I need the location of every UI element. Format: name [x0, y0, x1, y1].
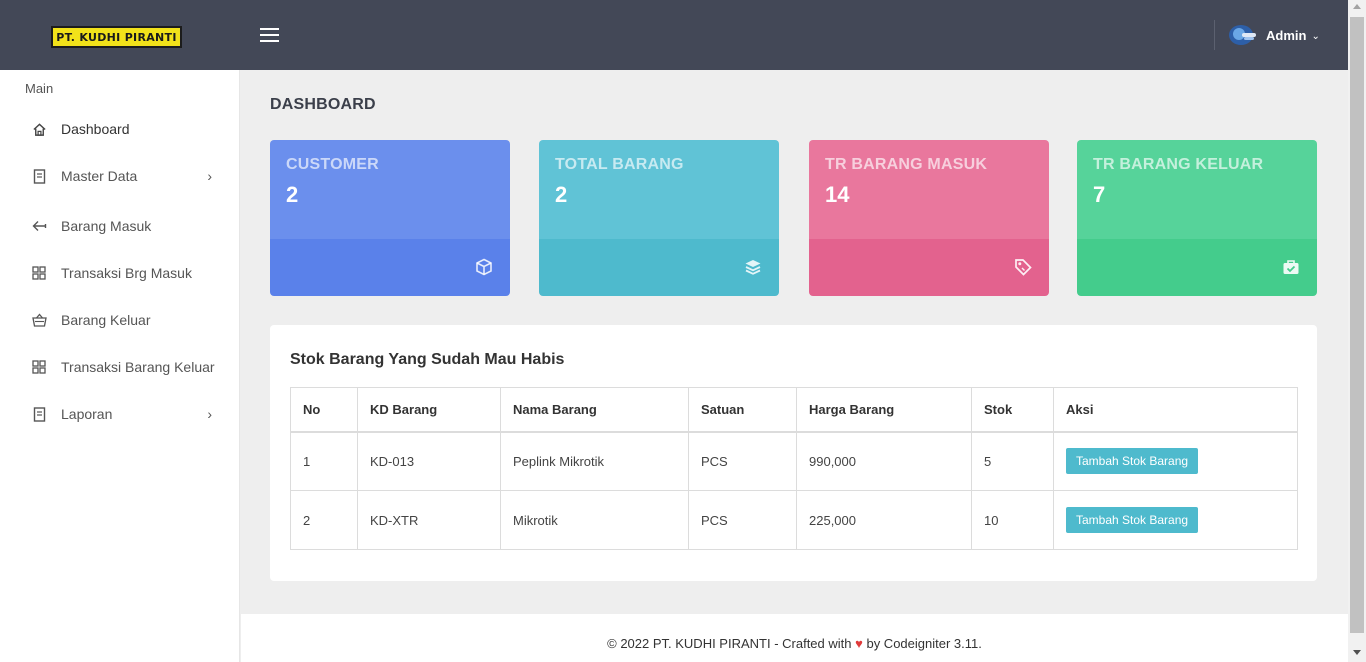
sidebar-item-barang-masuk[interactable]: Barang Masuk: [31, 214, 226, 238]
layers-icon: [745, 260, 761, 275]
cell-kd-barang: KD-XTR: [357, 490, 501, 550]
cell-nama-barang: Mikrotik: [500, 490, 689, 550]
cell-nama-barang: Peplink Mikrotik: [500, 431, 689, 491]
stat-card-footer: [539, 239, 779, 296]
chevron-right-icon: ›: [207, 406, 212, 422]
scroll-up-arrow-icon[interactable]: [1353, 4, 1361, 9]
table-row: 2 KD-XTR Mikrotik PCS 225,000 10 Tambah …: [290, 490, 1298, 550]
sidebar-item-label: Barang Masuk: [61, 218, 152, 234]
column-header-no: No: [290, 387, 358, 433]
column-header-nama-barang: Nama Barang: [500, 387, 689, 433]
sidebar-item-laporan[interactable]: Laporan ›: [31, 402, 226, 426]
stat-card-title: TR BARANG MASUK: [825, 156, 988, 173]
stat-card-value: 14: [825, 182, 850, 207]
stat-card-value: 2: [555, 182, 568, 207]
low-stock-table: No KD Barang Nama Barang Satuan Harga Ba…: [290, 387, 1298, 550]
stat-card-header: TR BARANG MASUK 14: [809, 140, 1049, 239]
table-header-row: No KD Barang Nama Barang Satuan Harga Ba…: [290, 387, 1298, 433]
column-header-stok: Stok: [971, 387, 1054, 433]
logo-text: PT. KUDHI PIRANTI: [56, 30, 177, 44]
stat-card-footer: [1077, 239, 1317, 296]
document-icon: [31, 406, 47, 422]
sidebar-item-barang-keluar[interactable]: Barang Keluar: [31, 308, 226, 332]
low-stock-panel: Stok Barang Yang Sudah Mau Habis No KD B…: [270, 325, 1317, 581]
tag-icon: [1015, 259, 1032, 276]
sidebar-item-label: Dashboard: [61, 121, 130, 137]
hamburger-menu-icon[interactable]: [260, 28, 279, 42]
add-stock-button[interactable]: Tambah Stok Barang: [1066, 507, 1199, 533]
footer-text: © 2022 PT. KUDHI PIRANTI - Crafted with …: [241, 636, 1348, 651]
table-row: 1 KD-013 Peplink Mikrotik PCS 990,000 5 …: [290, 431, 1298, 491]
stat-card-title: CUSTOMER: [286, 156, 379, 173]
cell-aksi: Tambah Stok Barang: [1053, 431, 1298, 491]
sidebar-item-label: Transaksi Barang Keluar: [61, 359, 215, 375]
stat-card-footer: [809, 239, 1049, 296]
stat-card-value: 2: [286, 182, 299, 207]
stat-card-title: TR BARANG KELUAR: [1093, 156, 1264, 173]
heart-icon: ♥: [855, 636, 863, 651]
footer-copyright: © 2022 PT. KUDHI PIRANTI - Crafted with: [607, 636, 852, 651]
cell-harga-barang: 990,000: [796, 431, 972, 491]
user-menu[interactable]: Admin ⌄: [1228, 22, 1320, 48]
cell-stok: 5: [971, 431, 1054, 491]
top-navbar: PT. KUDHI PIRANTI Admin ⌄: [0, 0, 1348, 70]
cell-harga-barang: 225,000: [796, 490, 972, 550]
sidebar-item-dashboard[interactable]: Dashboard: [31, 117, 226, 141]
stat-card-title: TOTAL BARANG: [555, 156, 684, 173]
cell-stok: 10: [971, 490, 1054, 550]
column-header-aksi: Aksi: [1053, 387, 1298, 433]
stat-card-tr-barang-keluar[interactable]: TR BARANG KELUAR 7: [1077, 140, 1317, 296]
scroll-down-arrow-icon[interactable]: [1353, 650, 1361, 655]
stat-card-tr-barang-masuk[interactable]: TR BARANG MASUK 14: [809, 140, 1049, 296]
document-icon: [31, 168, 47, 184]
sidebar-item-transaksi-brg-masuk[interactable]: Transaksi Brg Masuk: [31, 261, 226, 285]
stat-card-total-barang[interactable]: TOTAL BARANG 2: [539, 140, 779, 296]
home-icon: [31, 121, 47, 137]
grid-icon: [31, 265, 47, 281]
footer-credit: by Codeigniter 3.11.: [866, 636, 982, 651]
grid-icon: [31, 359, 47, 375]
cell-satuan: PCS: [688, 431, 797, 491]
sidebar-section-label: Main: [25, 81, 54, 96]
sidebar-item-label: Transaksi Brg Masuk: [61, 265, 192, 281]
stat-card-footer: [270, 239, 510, 296]
page-title: DASHBOARD: [270, 96, 376, 113]
sidebar-item-label: Barang Keluar: [61, 312, 151, 328]
sidebar-item-label: Laporan: [61, 406, 113, 422]
cell-no: 2: [290, 490, 358, 550]
column-header-kd-barang: KD Barang: [357, 387, 501, 433]
panel-title: Stok Barang Yang Sudah Mau Habis: [290, 351, 565, 368]
cell-satuan: PCS: [688, 490, 797, 550]
stat-card-customer[interactable]: CUSTOMER 2: [270, 140, 510, 296]
sidebar: Main Dashboard Master Data › Barang Masu…: [0, 70, 240, 662]
stat-card-header: TR BARANG KELUAR 7: [1077, 140, 1317, 239]
arrow-left-icon: [31, 218, 47, 234]
vertical-scrollbar[interactable]: [1348, 0, 1366, 662]
avatar: [1228, 22, 1258, 48]
scrollbar-thumb[interactable]: [1350, 17, 1364, 633]
column-header-harga-barang: Harga Barang: [796, 387, 972, 433]
sidebar-item-master-data[interactable]: Master Data ›: [31, 164, 226, 188]
stat-card-header: CUSTOMER 2: [270, 140, 510, 239]
sidebar-item-label: Master Data: [61, 168, 138, 184]
briefcase-check-icon: [1283, 260, 1299, 274]
footer: © 2022 PT. KUDHI PIRANTI - Crafted with …: [241, 614, 1348, 662]
chevron-right-icon: ›: [207, 168, 212, 184]
cell-kd-barang: KD-013: [357, 431, 501, 491]
user-name: Admin: [1266, 27, 1307, 43]
navbar-divider: [1214, 20, 1215, 50]
cell-no: 1: [290, 431, 358, 491]
stat-card-header: TOTAL BARANG 2: [539, 140, 779, 239]
basket-icon: [31, 312, 47, 328]
chevron-down-icon: ⌄: [1311, 30, 1320, 42]
sidebar-item-transaksi-barang-keluar[interactable]: Transaksi Barang Keluar: [31, 355, 226, 379]
stat-card-value: 7: [1093, 182, 1106, 207]
company-logo[interactable]: PT. KUDHI PIRANTI: [51, 26, 182, 48]
column-header-satuan: Satuan: [688, 387, 797, 433]
add-stock-button[interactable]: Tambah Stok Barang: [1066, 448, 1199, 475]
cell-aksi: Tambah Stok Barang: [1053, 490, 1298, 550]
cube-icon: [476, 258, 492, 276]
